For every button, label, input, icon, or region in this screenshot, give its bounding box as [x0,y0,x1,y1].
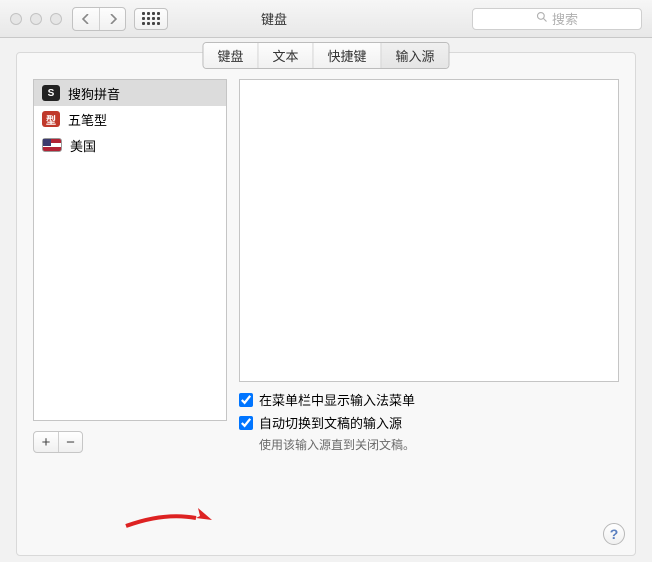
show-menu-label: 在菜单栏中显示输入法菜单 [259,390,415,409]
content-area: 键盘 文本 快捷键 输入源 S 搜狗拼音 型 五笔型 [0,38,652,562]
us-flag-icon [42,138,62,152]
option-auto-switch: 自动切换到文稿的输入源 [239,413,619,432]
tab-keyboard[interactable]: 键盘 [203,43,258,68]
input-sources-list[interactable]: S 搜狗拼音 型 五笔型 美国 [33,79,227,421]
search-placeholder: 搜索 [552,9,578,28]
zoom-window-button[interactable] [50,13,62,25]
traffic-lights [10,13,62,25]
add-button[interactable]: + [34,432,58,452]
list-item[interactable]: S 搜狗拼音 [34,80,226,106]
list-item[interactable]: 型 五笔型 [34,106,226,132]
search-icon [536,11,548,26]
remove-button[interactable]: − [58,432,82,452]
tab-input-sources[interactable]: 输入源 [382,43,449,68]
tab-text[interactable]: 文本 [258,43,313,68]
input-source-label: 五笔型 [68,110,107,129]
tab-bar: 键盘 文本 快捷键 输入源 [202,42,449,69]
options-area: 在菜单栏中显示输入法菜单 自动切换到文稿的输入源 使用该输入源直到关闭文稿。 [239,390,619,453]
help-button[interactable]: ? [603,523,625,545]
list-item[interactable]: 美国 [34,132,226,158]
window-title: 键盘 [76,9,472,28]
input-source-detail [239,79,619,382]
wubi-icon: 型 [42,111,60,127]
titlebar: 键盘 搜索 [0,0,652,38]
input-source-label: 搜狗拼音 [68,84,120,103]
sogou-icon: S [42,85,60,101]
add-remove-group: + − [33,431,83,453]
preferences-panel: 键盘 文本 快捷键 输入源 S 搜狗拼音 型 五笔型 [16,52,636,556]
tab-shortcuts[interactable]: 快捷键 [314,43,382,68]
input-source-label: 美国 [70,136,96,155]
close-window-button[interactable] [10,13,22,25]
search-field[interactable]: 搜索 [472,8,642,30]
auto-switch-checkbox[interactable] [239,416,253,430]
option-show-menu: 在菜单栏中显示输入法菜单 [239,390,619,409]
show-menu-checkbox[interactable] [239,393,253,407]
auto-switch-hint: 使用该输入源直到关闭文稿。 [259,436,619,453]
auto-switch-label: 自动切换到文稿的输入源 [259,413,402,432]
minimize-window-button[interactable] [30,13,42,25]
